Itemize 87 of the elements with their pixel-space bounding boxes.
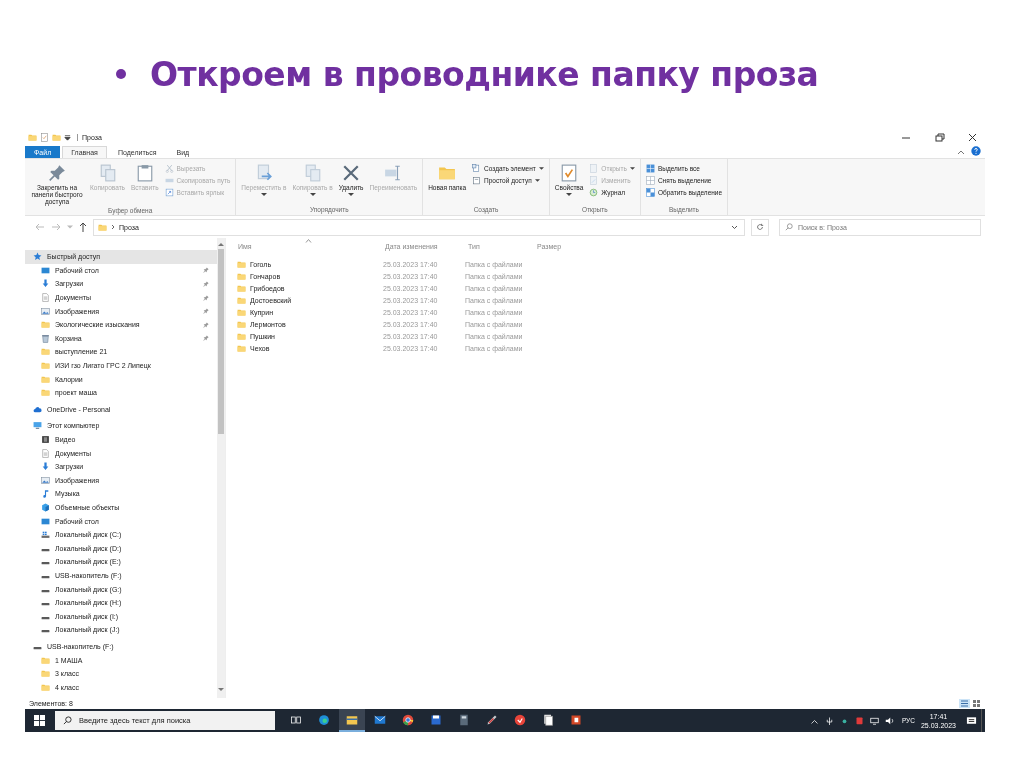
folder-icon [41,388,50,398]
document-stack-icon [542,713,554,726]
edit-icon [589,176,599,185]
folder-icon [237,295,246,305]
search-icon [785,222,793,231]
calculator-icon [458,713,470,726]
pin-icon [48,164,66,182]
folder-icon [41,361,50,371]
document-icon [41,448,50,458]
path-icon [164,176,174,185]
rename-icon [384,164,403,182]
folder-icon [41,655,50,665]
cube-icon [41,503,50,512]
caret-icon[interactable] [64,133,71,142]
task-view-icon [290,713,302,726]
network-icon[interactable] [869,716,879,725]
shortcut-icon [164,188,174,197]
history-icon [589,188,599,197]
download-arrow-icon [41,279,50,289]
clipboard-icon [135,164,154,182]
folder-icon [41,682,50,692]
delete-x-icon [342,164,361,182]
presentation-icon [570,713,582,726]
search-icon [63,716,72,725]
round-browser-icon [402,713,414,726]
folder-icon [237,331,246,341]
folder-icon [41,374,50,384]
folder-icon [237,307,246,317]
details-view-icon[interactable] [959,699,970,708]
copy-to-icon [303,164,322,182]
mail-icon [374,713,386,726]
scroll-thumb[interactable] [218,249,224,434]
star-icon [33,252,42,262]
computer-icon [33,421,42,431]
folder-icon [41,347,50,357]
properties-icon [560,164,579,182]
new-item-icon [472,164,482,173]
folder-icon [237,343,246,353]
folder-icon [438,164,457,182]
folder-icon [41,320,50,330]
picture-icon [41,306,50,316]
refresh-icon [756,223,764,231]
scissors-icon [164,164,174,173]
desktop-icon [41,516,50,526]
collapse-caret-icon[interactable] [957,148,965,156]
dropdown-caret-icon[interactable] [731,224,738,230]
bullet-icon [116,69,126,79]
slide-title: Откроем в проводнике папку проза [150,54,819,94]
shield-icon[interactable] [854,716,864,725]
windows-logo-icon [33,715,45,726]
recycle-bin-icon [41,333,50,343]
usb-icon[interactable] [824,716,834,725]
scrollbar[interactable] [217,238,225,698]
film-icon [41,435,50,444]
large-icons-view-icon[interactable] [972,699,981,708]
cloud-icon [33,404,42,414]
folder-icon [346,713,358,726]
select-all-icon [645,164,655,173]
document-icon [41,293,50,303]
chevron-icon [111,224,115,230]
folder-icon [98,222,107,232]
taskbar-app-button[interactable] [339,709,365,732]
folder-icon [237,271,246,281]
refresh-button[interactable] [751,218,769,236]
round-app-icon [514,713,526,726]
folder-icon [237,283,246,293]
pen-icon [486,713,498,726]
folder-icon [41,669,50,679]
up-arrow-icon[interactable] [79,222,87,232]
desktop-icon [41,265,50,275]
copy-icon [98,164,117,182]
help-icon[interactable] [971,146,981,156]
open-icon [589,164,599,173]
invert-selection-icon [645,188,655,197]
folder-icon [237,259,246,269]
restore-icon[interactable] [932,132,946,143]
folder-icon [237,319,246,329]
easy-access-icon [472,176,482,185]
music-note-icon [41,489,50,499]
browser-icon [318,713,330,726]
folder-icon [28,133,37,142]
picture-icon [41,475,50,485]
select-none-icon [645,176,655,185]
system-drive-icon [41,530,50,540]
download-arrow-icon [41,462,50,472]
notification-icon[interactable] [966,715,977,726]
speaker-icon[interactable] [884,716,894,725]
